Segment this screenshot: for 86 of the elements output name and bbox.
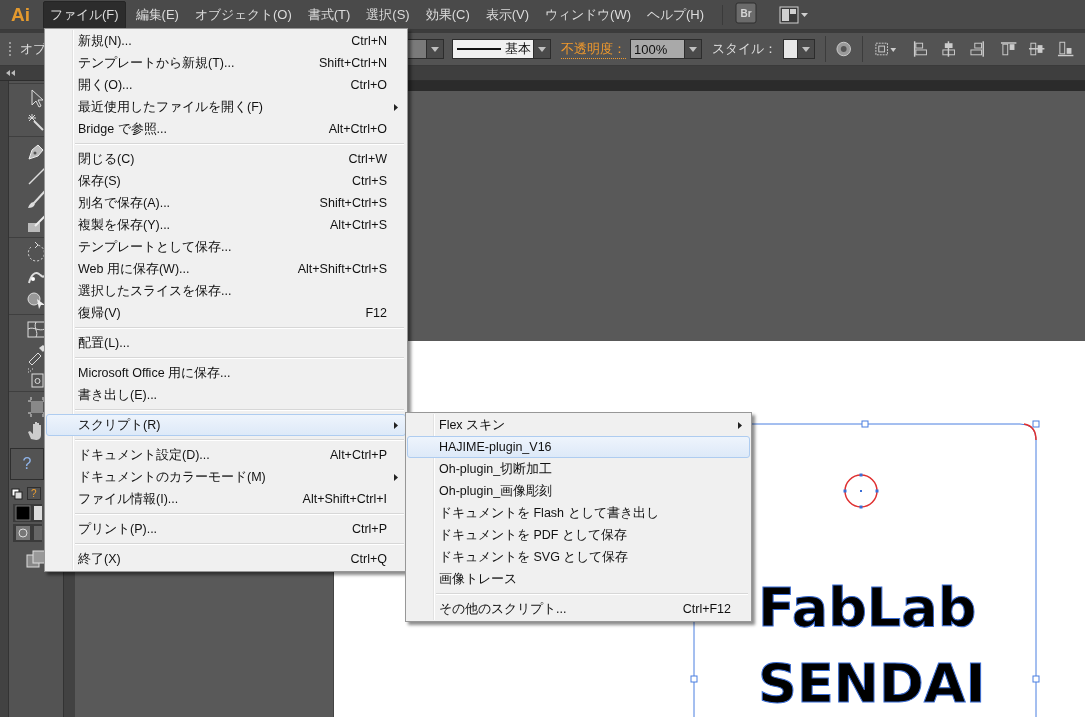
- shortcut-label: F12: [364, 306, 387, 320]
- shortcut-label: Ctrl+Q: [349, 552, 387, 566]
- bridge-button[interactable]: Br: [735, 2, 758, 24]
- opacity-label[interactable]: 不透明度：: [561, 39, 626, 59]
- swap-colors-icon[interactable]: [11, 487, 23, 500]
- shortcut-label: Ctrl+F12: [681, 602, 731, 616]
- shortcut-label: Ctrl+P: [350, 522, 387, 536]
- tool-help-mark[interactable]: ?: [10, 448, 44, 480]
- shortcut-label: Alt+Shift+Ctrl+S: [296, 262, 387, 276]
- menu-item[interactable]: テンプレートとして保存...: [46, 236, 406, 258]
- shortcut-label: Ctrl+W: [347, 152, 387, 166]
- menu-item[interactable]: 新規(N)... Ctrl+N: [46, 30, 406, 52]
- collapse-panel-icon[interactable]: [6, 70, 16, 76]
- menu-item[interactable]: Flex スキン: [407, 414, 750, 436]
- fill-stroke-swatch-icon[interactable]: [12, 503, 42, 523]
- align-left-icon[interactable]: [911, 40, 930, 58]
- menu-bar-item[interactable]: 選択(S): [360, 1, 416, 28]
- app-logo: Ai: [11, 3, 30, 26]
- color-wheel-icon[interactable]: [836, 41, 852, 57]
- dropdown-arrow-icon[interactable]: [802, 46, 811, 52]
- menu-item[interactable]: ドキュメントを Flash として書き出し: [407, 502, 750, 524]
- dropdown-arrow-icon[interactable]: [689, 46, 698, 52]
- dropdown-arrow-icon[interactable]: [538, 46, 546, 52]
- shortcut-label: Shift+Ctrl+N: [317, 56, 387, 70]
- circle-drawing: [843, 473, 879, 509]
- menu-item[interactable]: 書き出し(E)...: [46, 384, 406, 406]
- menu-item[interactable]: スクリプト(R): [46, 414, 406, 436]
- menu-bar-item[interactable]: 表示(V): [479, 1, 536, 28]
- style-swatch-dropdown[interactable]: [783, 39, 816, 59]
- menu-item[interactable]: 開く(O)... Ctrl+O: [46, 74, 406, 96]
- menu-item[interactable]: Oh-plugin_切断加工: [407, 458, 750, 480]
- align-top-icon[interactable]: [999, 40, 1018, 58]
- menu-bar-item[interactable]: 編集(E): [129, 1, 185, 28]
- menu-item[interactable]: 復帰(V) F12: [46, 302, 406, 324]
- shortcut-label: Ctrl+S: [350, 174, 387, 188]
- artwork-text: FabLab: [758, 581, 977, 635]
- shortcut-label: Ctrl+O: [349, 78, 387, 92]
- menu-item[interactable]: ファイル情報(I)... Alt+Shift+Ctrl+I: [46, 488, 406, 510]
- menu-item[interactable]: 保存(S) Ctrl+S: [46, 170, 406, 192]
- shortcut-label: Alt+Ctrl+O: [327, 122, 387, 136]
- menu-item[interactable]: 画像トレース: [407, 568, 750, 590]
- menu-item[interactable]: 閉じる(C) Ctrl+W: [46, 148, 406, 170]
- menu-bar-item[interactable]: ウィンドウ(W): [539, 1, 637, 28]
- menu-bar-item[interactable]: 書式(T): [301, 1, 357, 28]
- layout-dropdown-icon[interactable]: [779, 4, 810, 25]
- menu-item[interactable]: 配置(L)...: [46, 332, 406, 354]
- shortcut-label: Alt+Ctrl+P: [329, 448, 387, 462]
- align-center-icon[interactable]: [940, 40, 958, 58]
- tool-help-mark[interactable]: ?: [27, 487, 41, 500]
- menu-item[interactable]: ドキュメント設定(D)... Alt+Ctrl+P: [46, 444, 406, 466]
- menu-item[interactable]: ドキュメントを SVG として保存: [407, 546, 750, 568]
- menu-item[interactable]: ドキュメントを PDF として保存: [407, 524, 750, 546]
- menu-item[interactable]: 選択したスライスを保存...: [46, 280, 406, 302]
- shortcut-label: Shift+Ctrl+S: [318, 196, 387, 210]
- menu-item[interactable]: 複製を保存(Y)... Alt+Ctrl+S: [46, 214, 406, 236]
- menu-item[interactable]: HAJIME-plugin_V16: [407, 436, 750, 458]
- stroke-style-dropdown[interactable]: 基本: [451, 39, 551, 59]
- menu-item[interactable]: プリント(P)... Ctrl+P: [46, 518, 406, 540]
- menu-item[interactable]: ドキュメントのカラーモード(M): [46, 466, 406, 488]
- dropdown-arrow-icon[interactable]: [430, 46, 439, 52]
- menu-item[interactable]: その他のスクリプト... Ctrl+F12: [407, 598, 750, 620]
- menu-item[interactable]: Microsoft Office 用に保存...: [46, 362, 406, 384]
- menu-bar-item[interactable]: 効果(C): [419, 1, 476, 28]
- opacity-field[interactable]: 100%: [630, 39, 703, 59]
- menu-item[interactable]: 別名で保存(A)... Shift+Ctrl+S: [46, 192, 406, 214]
- menu-item[interactable]: 最近使用したファイルを開く(F): [46, 96, 406, 118]
- menu-bar-item[interactable]: ファイル(F): [43, 0, 126, 29]
- transform-dropdown-icon[interactable]: [872, 40, 898, 58]
- align-middle-icon[interactable]: [1028, 40, 1046, 58]
- align-bottom-icon[interactable]: [1056, 40, 1074, 58]
- menu-item[interactable]: 終了(X) Ctrl+Q: [46, 548, 406, 570]
- shortcut-label: Alt+Shift+Ctrl+I: [301, 492, 387, 506]
- menu-item[interactable]: Oh-plugin_画像彫刻: [407, 480, 750, 502]
- draw-mode-icon[interactable]: [12, 523, 42, 543]
- style-label: スタイル：: [712, 40, 778, 58]
- menu-item[interactable]: テンプレートから新規(T)... Shift+Ctrl+N: [46, 52, 406, 74]
- artwork-text: SENDAI: [758, 657, 986, 711]
- shortcut-label: Alt+Ctrl+S: [329, 218, 387, 232]
- shortcut-label: Ctrl+N: [350, 34, 387, 48]
- align-right-icon[interactable]: [968, 40, 986, 58]
- control-label: オブ: [19, 40, 46, 58]
- stroke-line-icon: [456, 47, 501, 51]
- menu-bar-item[interactable]: ヘルプ(H): [641, 1, 711, 28]
- menu-item[interactable]: Web 用に保存(W)... Alt+Shift+Ctrl+S: [46, 258, 406, 280]
- menu-item[interactable]: Bridge で参照... Alt+Ctrl+O: [46, 118, 406, 140]
- menu-bar-item[interactable]: オブジェクト(O): [188, 1, 298, 28]
